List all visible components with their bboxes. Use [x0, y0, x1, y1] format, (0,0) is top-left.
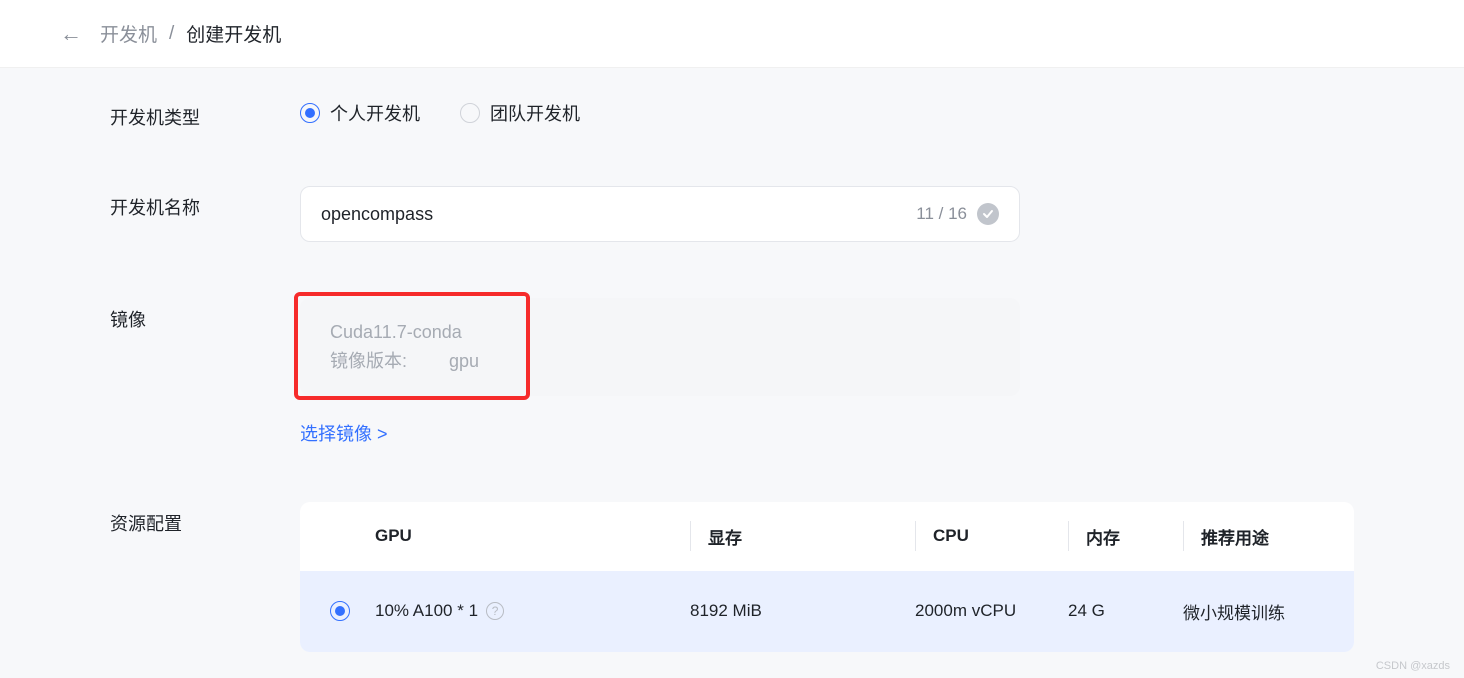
header-vram: 显存 — [708, 529, 742, 548]
breadcrumb-sep: / — [169, 23, 174, 45]
radio-personal-dev[interactable]: 个人开发机 — [300, 100, 420, 126]
cell-usage: 微小规模训练 — [1183, 571, 1354, 652]
label-dev-type: 开发机类型 — [110, 96, 300, 130]
breadcrumb-current: 创建开发机 — [186, 20, 281, 47]
header-usage: 推荐用途 — [1201, 529, 1269, 548]
radio-unchecked-icon — [460, 103, 480, 123]
label-image: 镜像 — [110, 298, 300, 332]
dev-name-input[interactable] — [321, 204, 916, 225]
cell-cpu: 2000m vCPU — [915, 571, 1068, 652]
cell-ram: 24 G — [1068, 571, 1183, 652]
cell-gpu: 10% A100 * 1 — [375, 601, 478, 621]
image-version-label: 镜像版本: — [330, 347, 407, 376]
breadcrumb-parent[interactable]: 开发机 — [100, 20, 157, 47]
radio-team-label: 团队开发机 — [490, 100, 580, 126]
image-name: Cuda11.7-conda — [330, 318, 990, 347]
char-counter: 11 / 16 — [916, 204, 967, 224]
image-display-box: Cuda11.7-conda 镜像版本: gpu — [300, 298, 1020, 396]
label-dev-name: 开发机名称 — [110, 186, 300, 220]
check-icon — [977, 203, 999, 225]
dev-name-input-wrap[interactable]: 11 / 16 — [300, 186, 1020, 242]
header-ram: 内存 — [1086, 529, 1120, 548]
breadcrumb-bar: ← 开发机 / 创建开发机 — [0, 0, 1464, 68]
radio-personal-label: 个人开发机 — [330, 100, 420, 126]
breadcrumb: 开发机 / 创建开发机 — [100, 20, 281, 47]
back-arrow-icon[interactable]: ← — [60, 21, 82, 47]
radio-team-dev[interactable]: 团队开发机 — [460, 100, 580, 126]
cell-vram: 8192 MiB — [690, 571, 915, 652]
watermark: CSDN @xazds — [1376, 660, 1450, 672]
row-radio-checked-icon[interactable] — [330, 601, 350, 621]
label-resource: 资源配置 — [110, 502, 300, 536]
resource-table: GPU 显存 CPU 内存 推荐用途 10% A100 — [300, 502, 1354, 652]
dev-type-radio-group: 个人开发机 团队开发机 — [300, 96, 1020, 126]
help-icon[interactable]: ? — [486, 602, 504, 620]
header-cpu: CPU — [933, 526, 969, 545]
select-image-link[interactable]: 选择镜像 > — [300, 420, 388, 446]
table-header-row: GPU 显存 CPU 内存 推荐用途 — [300, 502, 1354, 571]
header-gpu: GPU — [375, 502, 690, 571]
image-version-value: gpu — [449, 347, 479, 376]
table-row[interactable]: 10% A100 * 1 ? 8192 MiB 2000m vCPU 24 G … — [300, 571, 1354, 652]
radio-checked-icon — [300, 103, 320, 123]
